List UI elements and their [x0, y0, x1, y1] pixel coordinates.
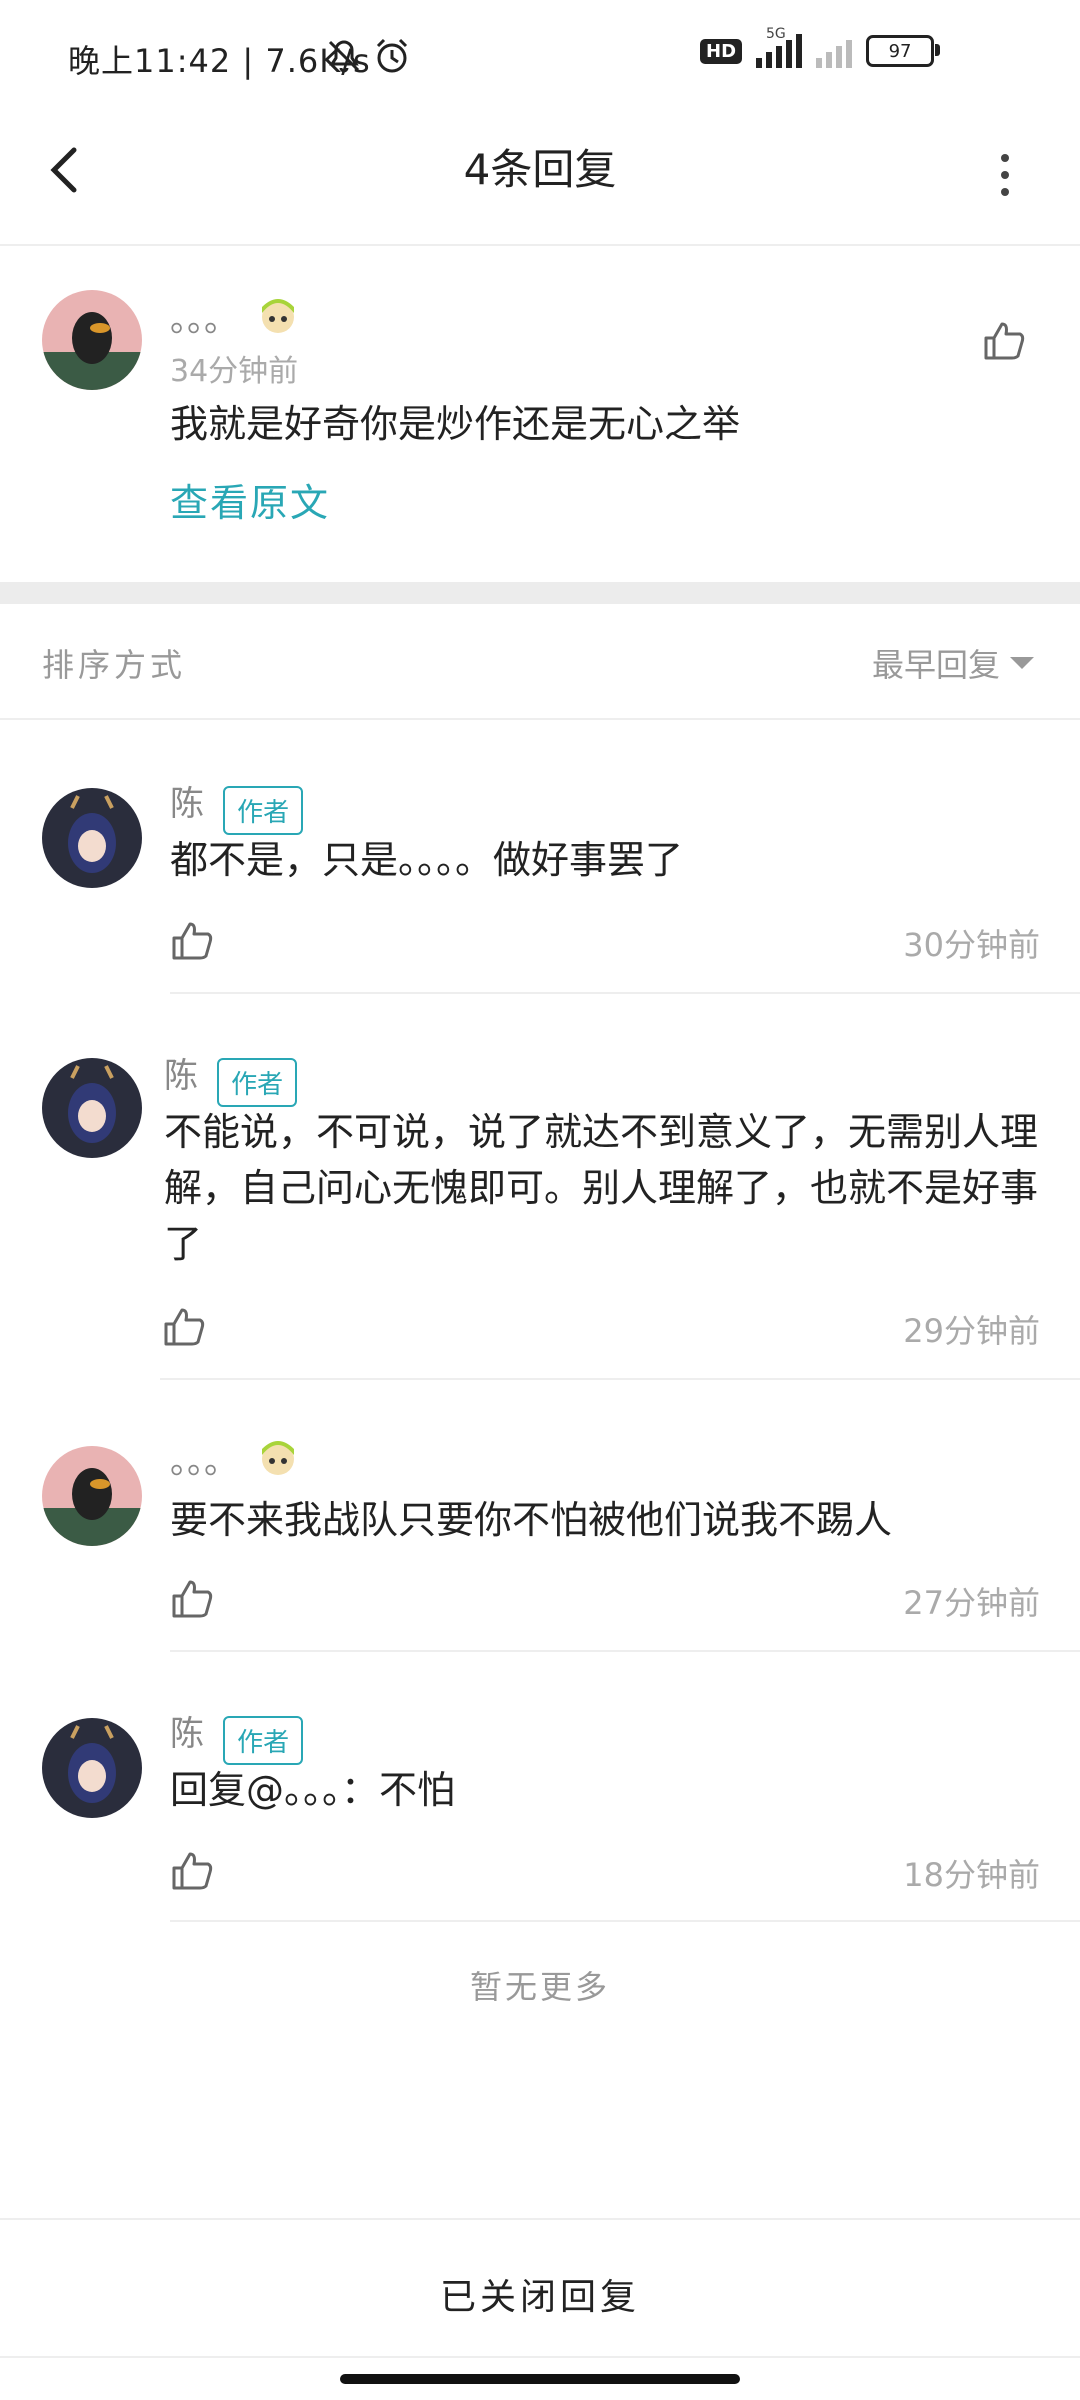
reply-text: 回复@。。。：不怕	[170, 1768, 456, 1812]
reply-name: 。。。	[170, 1442, 238, 1482]
thumbs-up-icon	[984, 322, 1025, 360]
reply-header: 陈 作者	[164, 1048, 298, 1107]
like-button[interactable]	[170, 1848, 214, 1892]
avatar[interactable]	[42, 290, 142, 390]
reply-divider	[170, 1650, 1080, 1652]
like-button[interactable]	[170, 918, 214, 962]
no-more-text: 暂无更多	[469, 1968, 610, 2006]
comment-text: 我就是好奇你是炒作还是无心之举	[170, 402, 741, 446]
more-vertical-icon	[1001, 154, 1009, 196]
avatar[interactable]	[42, 788, 142, 888]
thumbs-up-icon	[164, 1308, 205, 1346]
commenter-name: 。。。	[170, 300, 238, 340]
comment-time: 34分钟前	[170, 354, 299, 389]
sort-value: 最早回复	[872, 646, 1001, 684]
reply-divider	[160, 1378, 1080, 1380]
reply-name: 陈	[170, 784, 204, 824]
avatar[interactable]	[42, 1446, 142, 1546]
reply-name: 陈	[170, 1714, 204, 1754]
thumbs-up-icon	[172, 1580, 213, 1618]
signal-2-icon	[816, 34, 853, 68]
sort-divider	[0, 718, 1080, 720]
caret-down-icon	[1010, 657, 1035, 669]
replies-closed-text: 已关闭回复	[439, 2277, 640, 2318]
reply-name: 陈	[164, 1056, 198, 1096]
signal-label: 5G	[766, 26, 786, 42]
like-button[interactable]	[982, 318, 1026, 362]
section-gap	[0, 582, 1080, 604]
reply-divider	[170, 992, 1080, 994]
battery-icon: 97	[866, 35, 941, 67]
sort-label: 排序方式	[42, 646, 187, 684]
emoji-icon	[256, 293, 300, 341]
like-button[interactable]	[170, 1576, 214, 1620]
reply-text: 不能说，不可说，说了就达不到意义了，无需别人理解，自己问心无愧即可。别人理解了，…	[164, 1110, 1039, 1266]
emoji-icon	[256, 1435, 300, 1483]
view-original-link[interactable]: 查看原文	[170, 472, 330, 527]
alarm-icon	[372, 36, 412, 80]
reply-time: 27分钟前	[903, 1584, 1040, 1622]
avatar[interactable]	[42, 1058, 142, 1158]
mute-icon	[324, 36, 364, 80]
page-title: 4条回复	[463, 145, 617, 194]
home-indicator[interactable]	[340, 2374, 740, 2384]
reply-header: 陈 作者	[170, 776, 304, 835]
reply-time: 18分钟前	[903, 1856, 1040, 1894]
more-button[interactable]	[990, 150, 1020, 200]
footer-divider	[0, 2218, 1080, 2220]
signal-icon: 5G	[756, 26, 803, 68]
reply-time: 30分钟前	[903, 926, 1040, 964]
author-badge: 作者	[217, 1058, 298, 1107]
thumbs-up-icon	[172, 922, 213, 960]
avatar[interactable]	[42, 1718, 142, 1818]
reply-text: 都不是，只是。。。。做好事罢了	[170, 838, 684, 882]
battery-level: 97	[888, 40, 912, 62]
sort-dropdown[interactable]: 最早回复	[872, 640, 1035, 686]
bottom-divider	[0, 2356, 1080, 2358]
reply-text: 要不来我战队只要你不怕被他们说我不踢人	[170, 1498, 893, 1542]
reply-header: 陈 作者	[170, 1706, 304, 1765]
header-divider	[0, 244, 1080, 246]
reply-time: 29分钟前	[903, 1312, 1040, 1350]
reply-divider	[170, 1920, 1080, 1922]
status-icons: HD 5G 97	[700, 26, 941, 68]
author-badge: 作者	[223, 786, 304, 835]
author-badge: 作者	[223, 1716, 304, 1765]
like-button[interactable]	[162, 1304, 206, 1348]
thumbs-up-icon	[172, 1852, 213, 1890]
hd-icon: HD	[700, 38, 743, 64]
